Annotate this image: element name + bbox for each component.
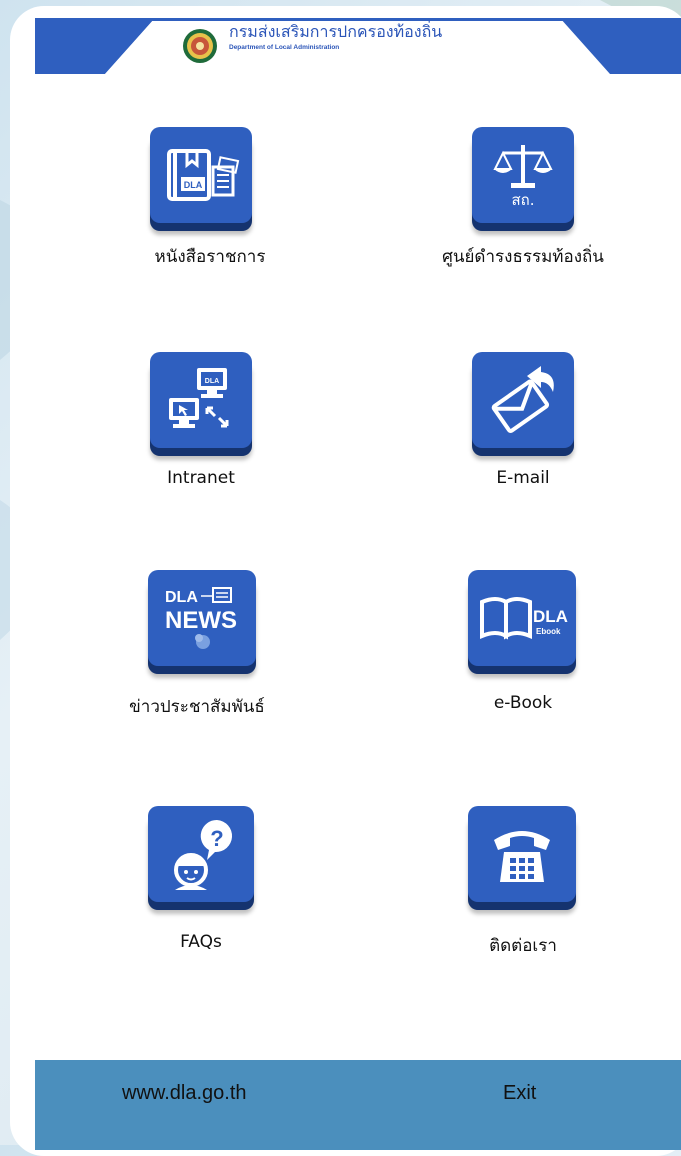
- menu-tile-email[interactable]: [472, 352, 584, 464]
- envelope-reply-icon: [491, 366, 554, 433]
- scale-justice-icon: สถ.: [493, 145, 553, 209]
- tile-badge: DLA: [184, 180, 203, 190]
- book-document-icon: DLA: [167, 149, 240, 201]
- news-icon: DLA NEWS: [165, 587, 237, 649]
- telephone-icon: [494, 831, 550, 882]
- tile-badge-secondary: NEWS: [165, 607, 237, 634]
- menu-tile-news[interactable]: DLA NEWS: [148, 570, 260, 682]
- menu-label-ebook: e-Book: [493, 693, 553, 713]
- tile-badge: DLA: [165, 589, 198, 606]
- menu-tile-contact[interactable]: [468, 806, 580, 918]
- network-computers-icon: DLA: [169, 368, 229, 428]
- question-person-icon: ?: [174, 819, 233, 890]
- svg-text:?: ?: [210, 826, 223, 851]
- organization-name: กรมส่งเสริมการปกครองท้องถิ่น: [229, 22, 443, 41]
- menu-label-official-documents: หนังสือราชการ: [154, 247, 266, 267]
- menu-label-news: ข่าวประชาสัมพันธ์: [129, 697, 265, 717]
- website-link[interactable]: www.dla.go.th: [122, 1082, 247, 1105]
- open-book-icon: DLA Ebook: [480, 597, 568, 640]
- menu-label-faqs: FAQs: [180, 932, 222, 952]
- tile-badge: สถ.: [511, 191, 534, 209]
- tile-badge: DLA: [533, 607, 568, 626]
- tile-badge-secondary: Ebook: [536, 627, 561, 636]
- footer-bar: [35, 1060, 681, 1150]
- menu-tile-justice-center[interactable]: สถ.: [472, 127, 584, 239]
- exit-button[interactable]: Exit: [503, 1082, 536, 1105]
- menu-tile-official-documents[interactable]: DLA: [150, 127, 262, 239]
- menu-label-intranet: Intranet: [167, 468, 235, 488]
- menu-label-email: E-mail: [496, 468, 550, 488]
- menu-tile-faqs[interactable]: ?: [148, 806, 260, 918]
- menu-tile-ebook[interactable]: DLA Ebook: [468, 570, 580, 682]
- organization-subtitle: Department of Local Administration: [229, 44, 340, 51]
- menu-tile-intranet[interactable]: DLA: [150, 352, 262, 464]
- menu-label-justice-center: ศูนย์ดำรงธรรมท้องถิ่น: [442, 247, 604, 267]
- tile-badge: DLA: [205, 378, 219, 385]
- menu-label-contact: ติดต่อเรา: [489, 936, 557, 956]
- dla-seal-logo: [183, 29, 217, 63]
